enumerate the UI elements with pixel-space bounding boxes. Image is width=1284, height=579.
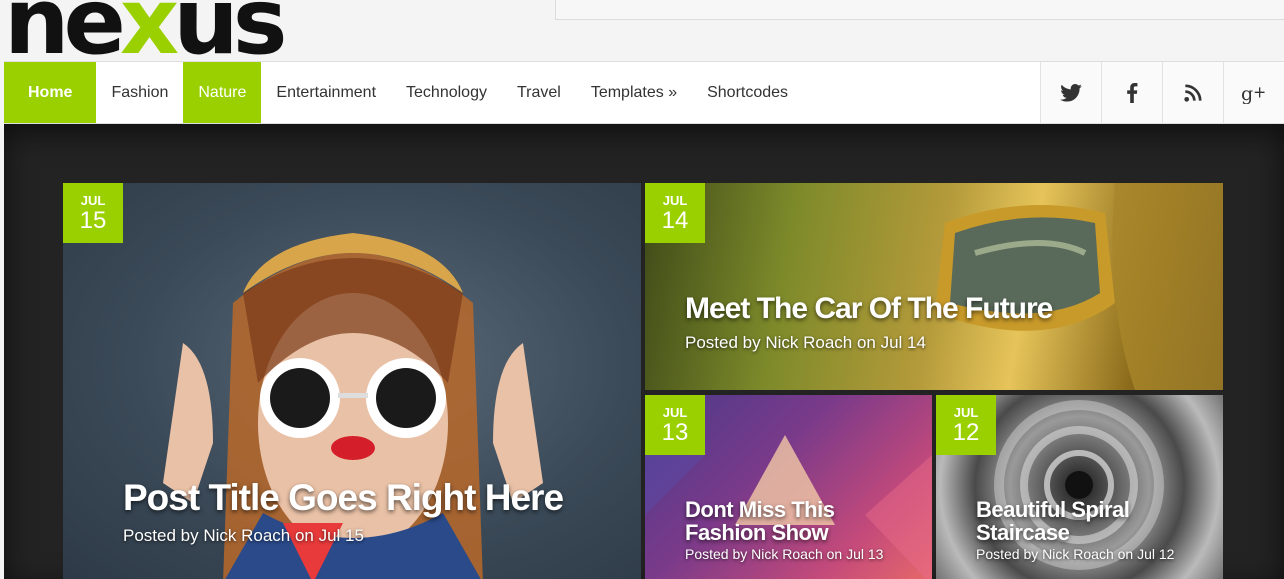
- nav-item-travel[interactable]: Travel: [502, 62, 576, 123]
- date-month: JUL: [662, 193, 688, 208]
- nav-label: Entertainment: [276, 83, 377, 101]
- nav-label: Templates »: [590, 83, 678, 101]
- google-plus-button[interactable]: g +: [1223, 62, 1284, 123]
- rss-icon: [1184, 83, 1202, 102]
- post-card[interactable]: JUL 14 Meet The Car Of The Future Posted…: [645, 183, 1223, 390]
- date-month: JUL: [953, 405, 979, 420]
- date-month: JUL: [80, 193, 106, 208]
- site-logo[interactable]: nexus: [4, 0, 288, 68]
- post-title[interactable]: Beautiful Spiral Staircase: [976, 498, 1176, 544]
- nav-item-nature[interactable]: Nature: [183, 62, 262, 123]
- date-badge: JUL 12: [936, 395, 996, 455]
- featured-posts-area: JUL 15 Post Title Goes Right Here Posted…: [4, 124, 1284, 579]
- nav-item-templates[interactable]: Templates »: [576, 62, 692, 123]
- date-badge: JUL 13: [645, 395, 705, 455]
- car-mirror-illustration: [935, 183, 1223, 390]
- date-day: 14: [661, 207, 689, 234]
- nav-label: Nature: [198, 83, 247, 101]
- post-meta: Posted by Nick Roach on Jul 14: [685, 333, 926, 352]
- date-badge: JUL 14: [645, 183, 705, 243]
- main-nav: Home Fashion Nature Entertainment Techno…: [4, 61, 1284, 124]
- nav-label: Travel: [516, 83, 561, 101]
- nav-item-technology[interactable]: Technology: [391, 62, 502, 123]
- rss-button[interactable]: [1162, 62, 1223, 123]
- post-meta: Posted by Nick Roach on Jul 12: [976, 546, 1175, 562]
- twitter-button[interactable]: [1040, 62, 1101, 123]
- nav-label: Fashion: [111, 83, 169, 101]
- post-title[interactable]: Dont Miss This Fashion Show: [685, 498, 885, 544]
- svg-text:g: g: [1241, 82, 1253, 103]
- google-plus-icon: g +: [1241, 82, 1266, 103]
- twitter-icon: [1060, 83, 1082, 102]
- date-badge: JUL 15: [63, 183, 123, 243]
- date-day: 13: [661, 419, 689, 446]
- post-card[interactable]: JUL 12 Beautiful Spiral Staircase Posted…: [936, 395, 1223, 579]
- date-day: 15: [79, 207, 107, 234]
- nav-item-home[interactable]: Home: [4, 62, 97, 123]
- post-meta: Posted by Nick Roach on Jul 15: [123, 526, 364, 545]
- post-meta: Posted by Nick Roach on Jul 13: [685, 546, 884, 562]
- nav-label: Technology: [406, 83, 487, 101]
- post-image: [63, 183, 641, 579]
- top-bar-panel: [555, 0, 1284, 20]
- facebook-icon: [1127, 82, 1138, 103]
- facebook-button[interactable]: [1101, 62, 1162, 123]
- svg-text:+: +: [1253, 83, 1266, 101]
- nav-item-shortcodes[interactable]: Shortcodes: [692, 62, 803, 123]
- post-image: [645, 183, 1223, 390]
- nav-label: Shortcodes: [707, 83, 789, 101]
- post-card[interactable]: JUL 13 Dont Miss This Fashion Show Poste…: [645, 395, 932, 579]
- nav-item-fashion[interactable]: Fashion: [96, 62, 183, 123]
- nav-label: Home: [28, 83, 73, 101]
- date-day: 12: [952, 419, 980, 446]
- post-title[interactable]: Post Title Goes Right Here: [123, 478, 564, 518]
- woman-portrait-illustration: [163, 233, 543, 579]
- date-month: JUL: [662, 405, 688, 420]
- nav-item-entertainment[interactable]: Entertainment: [261, 62, 391, 123]
- featured-post-card[interactable]: JUL 15 Post Title Goes Right Here Posted…: [63, 183, 641, 579]
- post-title[interactable]: Meet The Car Of The Future: [685, 293, 1053, 325]
